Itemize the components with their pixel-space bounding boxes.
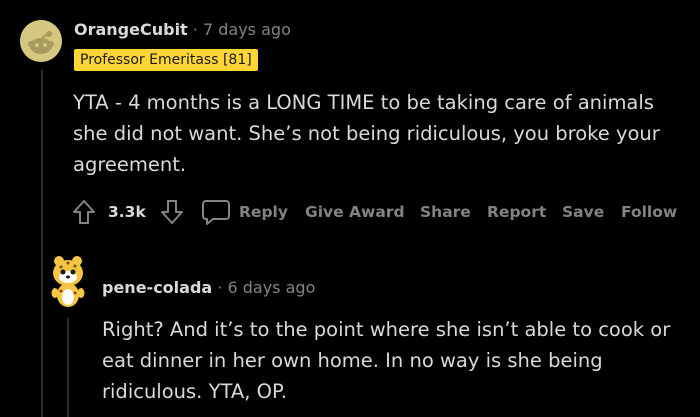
- follow-button[interactable]: Follow: [621, 203, 677, 221]
- comment2-header: pene-colada · 6 days ago: [102, 278, 315, 297]
- comment1-line-3: agreement.: [73, 153, 187, 176]
- save-button[interactable]: Save: [562, 203, 604, 221]
- give-award-button[interactable]: Give Award: [305, 203, 405, 221]
- comment2-username[interactable]: pene-colada: [102, 278, 212, 297]
- comment1-timestamp[interactable]: 7 days ago: [203, 20, 291, 39]
- comment1-header: OrangeCubit · 7 days ago: [74, 20, 291, 39]
- snoo-avatar-icon[interactable]: [20, 20, 62, 62]
- comment2-line-3: ridiculous. YTA, OP.: [102, 380, 287, 403]
- comment2-body: Right? And it’s to the point where she i…: [102, 314, 670, 407]
- comment2-separator: ·: [217, 278, 223, 297]
- share-button[interactable]: Share: [420, 203, 471, 221]
- comment-bubble-icon[interactable]: [201, 199, 231, 225]
- thread-line-comment2[interactable]: [67, 318, 69, 417]
- downvote-arrow-icon[interactable]: [160, 199, 184, 225]
- reply-button[interactable]: Reply: [239, 203, 288, 221]
- user-flair: Professor Emeritass [81]: [74, 49, 258, 71]
- comment1-body: YTA - 4 months is a LONG TIME to be taki…: [73, 87, 660, 180]
- comment1-line-1: YTA - 4 months is a LONG TIME to be taki…: [73, 91, 654, 114]
- comment2-timestamp[interactable]: 6 days ago: [227, 278, 315, 297]
- upvote-arrow-icon[interactable]: [72, 199, 96, 225]
- comment1-username[interactable]: OrangeCubit: [74, 20, 188, 39]
- snoo-cheetah-avatar-icon[interactable]: [47, 253, 89, 313]
- thread-line-comment1[interactable]: [41, 70, 43, 417]
- comment2-line-2: eat dinner in her own home. In no way is…: [102, 349, 603, 372]
- comment2-line-1: Right? And it’s to the point where she i…: [102, 318, 671, 341]
- report-button[interactable]: Report: [487, 203, 546, 221]
- vote-count: 3.3k: [108, 203, 146, 221]
- comment1-separator: ·: [192, 20, 198, 39]
- comment1-line-2: she did not want. She’s not being ridicu…: [73, 122, 660, 145]
